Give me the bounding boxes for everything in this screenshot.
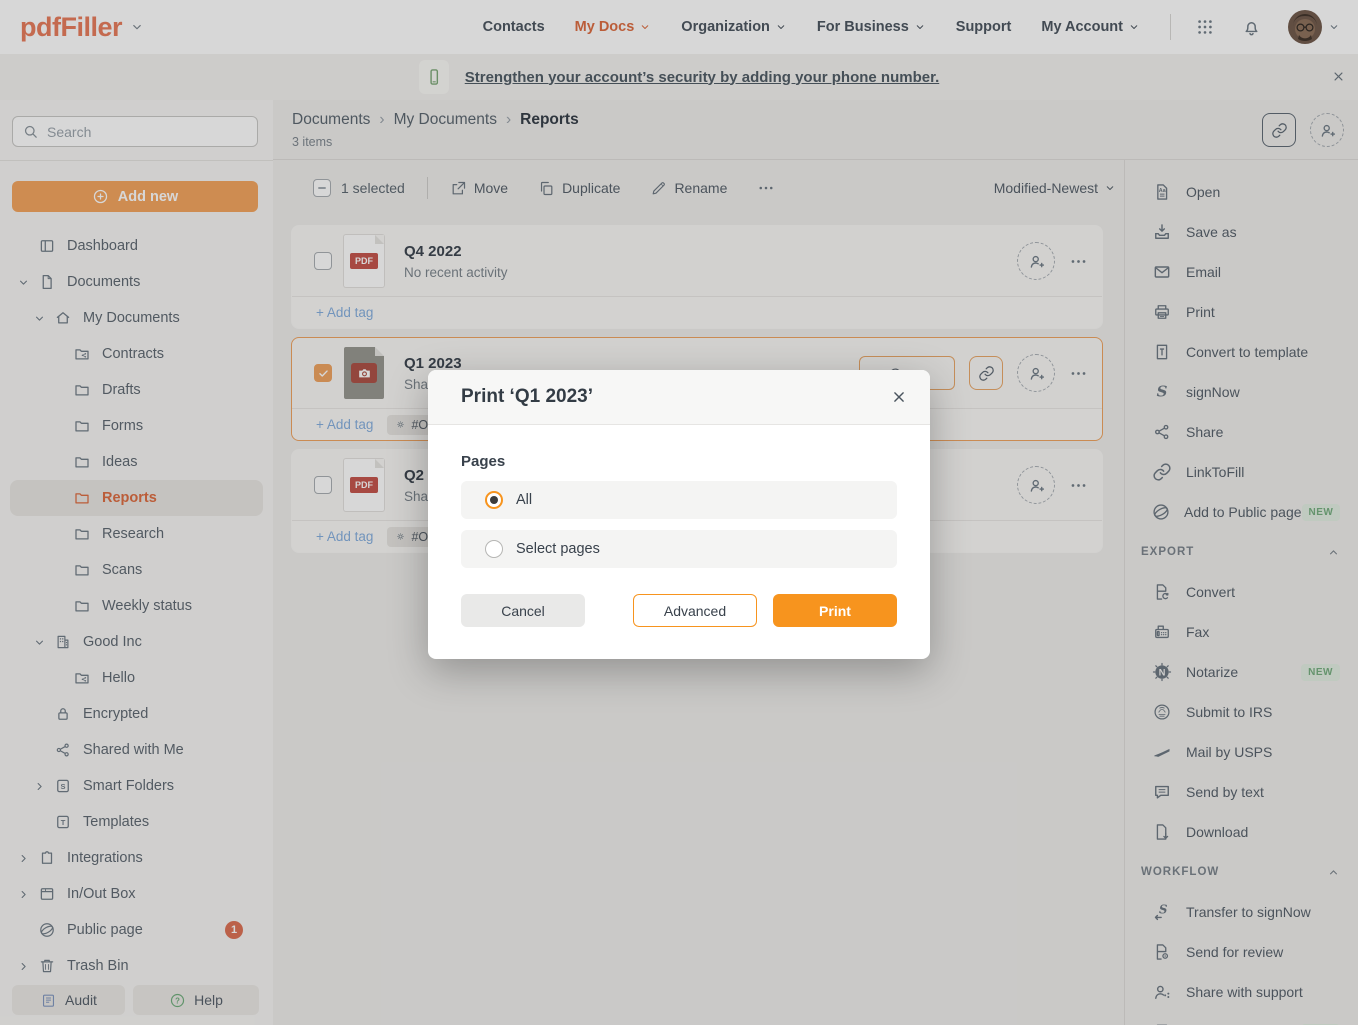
- print-button[interactable]: Print: [773, 594, 897, 627]
- pdffiller-app: pdfFiller Contacts My Docs Organization …: [0, 0, 1358, 1025]
- advanced-button[interactable]: Advanced: [633, 594, 757, 627]
- radio-selected[interactable]: [485, 491, 503, 509]
- print-dialog: Print ‘Q1 2023’ Pages All Select pages C…: [428, 370, 930, 659]
- pages-option-all[interactable]: All: [461, 481, 897, 519]
- pages-option-select-pages[interactable]: Select pages: [461, 530, 897, 568]
- print-dialog-title: Print ‘Q1 2023’: [461, 386, 593, 408]
- radio-unselected[interactable]: [485, 540, 503, 558]
- close-icon[interactable]: [890, 388, 908, 406]
- cancel-button[interactable]: Cancel: [461, 594, 585, 627]
- pages-section-label: Pages: [461, 453, 897, 470]
